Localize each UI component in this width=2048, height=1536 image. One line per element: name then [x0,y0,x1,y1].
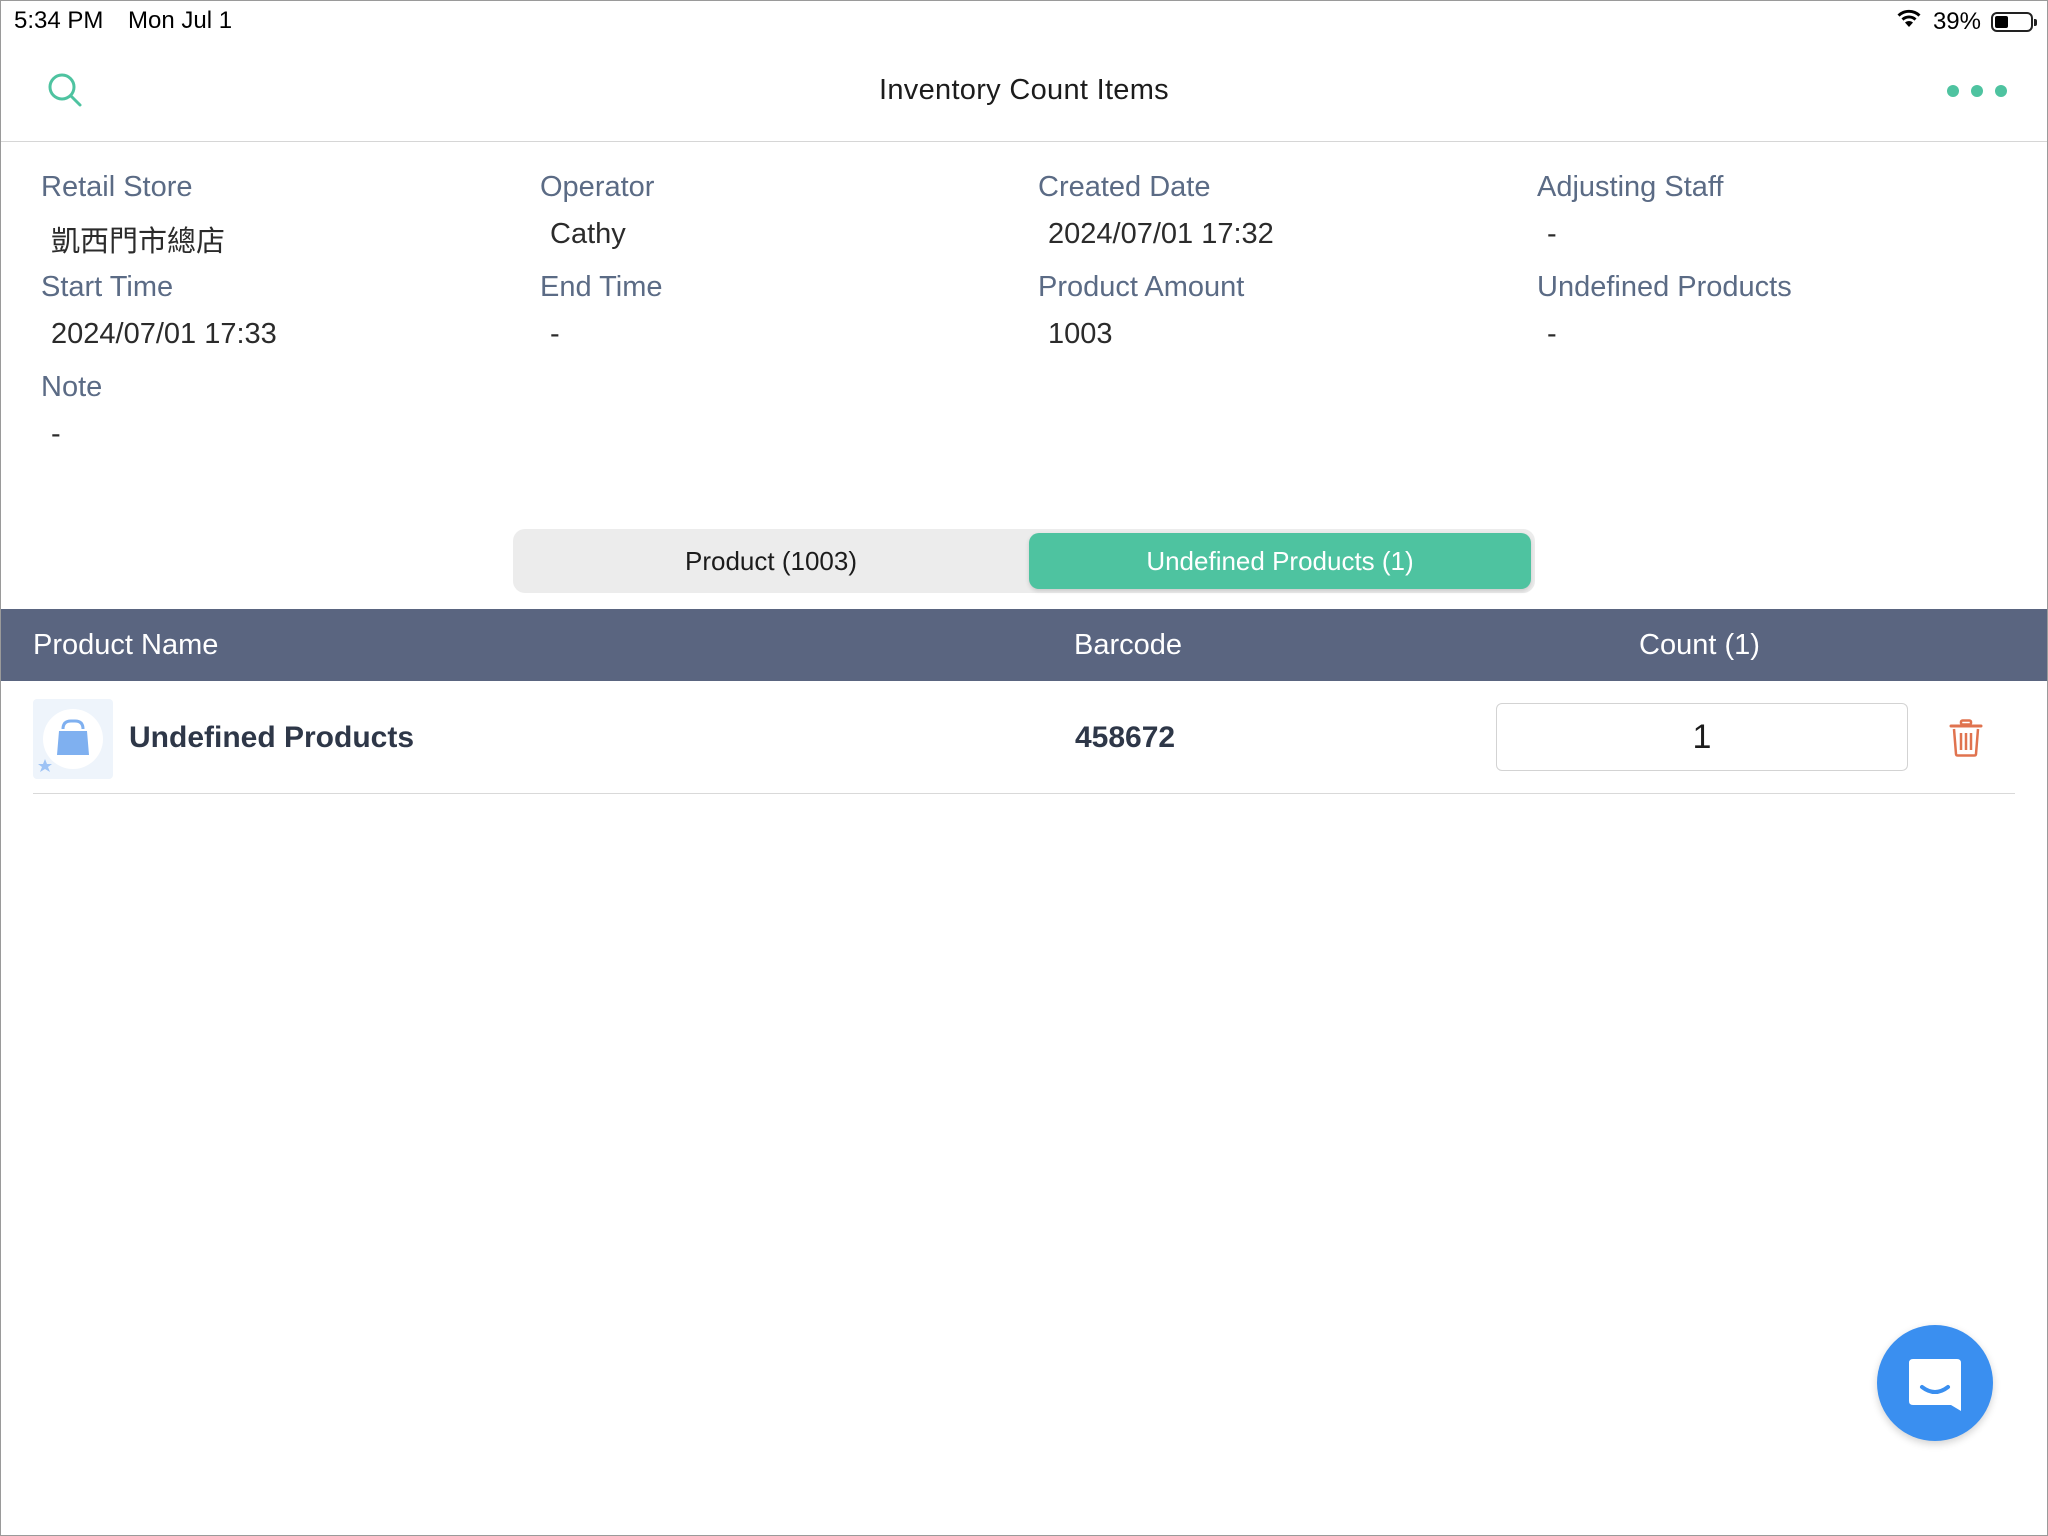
product-name: Undefined Products [129,721,415,754]
tab-product[interactable]: Product (1003) [517,533,1025,589]
table-row[interactable]: Undefined Products 458672 [33,681,2015,794]
product-barcode: 458672 [1075,721,1176,754]
chat-icon [1909,1359,1961,1411]
more-dots-icon[interactable] [1947,81,2007,101]
info-label: Created Date [1038,171,1211,203]
info-created-date: Created Date 2024/07/01 17:32 [1038,171,1518,251]
info-operator: Operator Cathy [540,171,1020,251]
info-value: - [1547,218,1557,250]
info-value: 1003 [1048,318,1113,350]
info-label: Adjusting Staff [1537,171,1724,203]
info-value: 2024/07/01 17:33 [51,318,277,350]
info-value: - [51,418,61,450]
info-adjusting-staff: Adjusting Staff - [1537,171,2017,251]
battery-nub [2034,18,2037,26]
table-header: Product Name Barcode Count (1) [1,609,2047,681]
count-input[interactable] [1496,703,1908,771]
battery-percent: 39% [1932,7,1981,35]
info-undefined-products: Undefined Products - [1537,271,2017,351]
battery-icon [1991,11,2037,32]
nav-bar: Inventory Count Items [1,41,2047,142]
info-value: - [550,318,560,350]
info-label: End Time [540,271,663,303]
status-indicators: 39% [1895,7,2037,36]
more-dot [1947,85,1959,97]
info-value: 2024/07/01 17:32 [1048,218,1274,250]
page-title: Inventory Count Items [879,74,1169,106]
status-time: 5:34 PM [14,7,104,34]
shopping-bag-icon [38,719,89,772]
column-barcode: Barcode [1074,629,1183,661]
more-dot [1995,85,2007,97]
info-label: Operator [540,171,655,203]
info-label: Retail Store [41,171,193,203]
info-label: Start Time [41,271,174,303]
column-product-name: Product Name [33,629,219,661]
info-note: Note - [41,371,521,451]
more-dot [1971,85,1983,97]
column-count: Count (1) [1639,629,1760,661]
product-thumbnail [33,699,113,779]
info-value: Cathy [550,218,626,250]
battery-fill [1995,15,2008,28]
info-product-amount: Product Amount 1003 [1038,271,1518,351]
chat-button[interactable] [1877,1325,1993,1441]
segmented-control: Product (1003) Undefined Products (1) [513,529,1535,593]
status-bar: 5:34 PM Mon Jul 1 39% [1,1,2047,41]
info-start-time: Start Time 2024/07/01 17:33 [41,271,521,351]
info-label: Product Amount [1038,271,1245,303]
trash-icon[interactable] [1949,719,1983,757]
info-value: 凱西門市總店 [51,226,226,258]
info-end-time: End Time - [540,271,1020,351]
info-label: Note [41,371,103,403]
info-retail-store: Retail Store 凱西門市總店 [41,171,521,260]
info-label: Undefined Products [1537,271,1792,303]
tab-undefined-products[interactable]: Undefined Products (1) [1029,533,1531,589]
wifi-icon [1895,7,1923,36]
app-frame: 5:34 PM Mon Jul 1 39% Inventory Count It… [0,0,2048,1536]
info-value: - [1547,318,1557,350]
status-date: Mon Jul 1 [128,7,233,34]
